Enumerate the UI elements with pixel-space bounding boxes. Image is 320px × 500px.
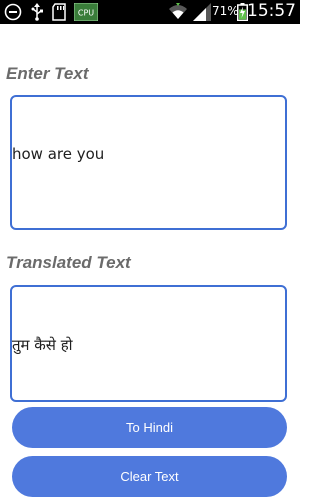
translated-text-value: तुम कैसे हो [12, 336, 73, 354]
translated-text-output[interactable]: तुम कैसे हो [10, 285, 287, 402]
cpu-label: CPU [78, 9, 94, 18]
translated-text-label: Translated Text [6, 253, 131, 272]
enter-text-label: Enter Text [6, 64, 89, 83]
status-bar: CPU 71% 15:57 [0, 0, 300, 24]
status-time: 15:57 [247, 1, 296, 21]
source-text-value: how are you [12, 145, 105, 163]
signal-icon [193, 3, 211, 25]
cpu-icon: CPU [73, 2, 99, 25]
sd-card-icon [52, 3, 68, 25]
wifi-icon [168, 3, 188, 25]
battery-percent: 71% [212, 4, 239, 18]
clear-text-button[interactable]: Clear Text [12, 456, 287, 497]
usb-icon [30, 3, 44, 25]
minus-circle-icon [4, 3, 22, 25]
to-hindi-button[interactable]: To Hindi [12, 407, 287, 448]
source-text-input[interactable]: how are you [10, 95, 287, 230]
